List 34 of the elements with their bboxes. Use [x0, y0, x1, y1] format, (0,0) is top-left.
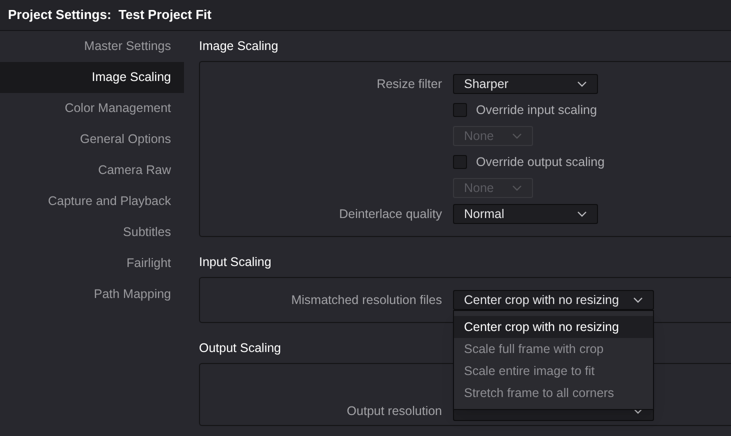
sidebar-item[interactable]: Color Management: [0, 93, 184, 124]
sidebar-item[interactable]: Subtitles: [0, 217, 184, 248]
section-title: Image Scaling: [199, 38, 278, 55]
sidebar-item[interactable]: Image Scaling: [0, 62, 184, 93]
chevron-icon: [633, 297, 643, 303]
checkbox[interactable]: [453, 155, 467, 169]
sidebar-item[interactable]: Path Mapping: [0, 279, 184, 310]
field-label: Deinterlace quality: [339, 206, 442, 221]
checkbox[interactable]: [453, 103, 467, 117]
dropdown[interactable]: Sharper: [453, 74, 598, 94]
chevron-icon: [633, 408, 643, 414]
sidebar-item[interactable]: General Options: [0, 124, 184, 155]
section-title: Input Scaling: [199, 254, 272, 271]
menu-option[interactable]: Scale full frame with crop: [454, 338, 653, 360]
sidebar-item[interactable]: Master Settings: [0, 31, 184, 62]
sidebar-item[interactable]: Capture and Playback: [0, 186, 184, 217]
sidebar-item[interactable]: Camera Raw: [0, 155, 184, 186]
dropdown[interactable]: Center crop with no resizing: [453, 290, 654, 310]
dropdown[interactable]: Normal: [453, 204, 598, 224]
chevron-icon: [512, 133, 522, 139]
menu-option[interactable]: Scale entire image to fit: [454, 360, 653, 382]
sidebar-item[interactable]: Fairlight: [0, 248, 184, 279]
checkbox-label: Override output scaling: [476, 154, 605, 171]
field-label: Output resolution: [346, 404, 442, 418]
chevron-icon: [512, 185, 522, 191]
window-title: Project Settings: Test Project Fit: [8, 6, 212, 24]
checkbox-label: Override input scaling: [476, 102, 597, 119]
menu-option[interactable]: Stretch frame to all corners: [454, 382, 653, 404]
chevron-icon: [577, 81, 587, 87]
menu-option[interactable]: Center crop with no resizing: [454, 316, 653, 338]
chevron-icon: [577, 211, 587, 217]
section-title: Output Scaling: [199, 340, 281, 357]
field-label: Resize filter: [376, 76, 442, 91]
field-label: Mismatched resolution files: [291, 292, 442, 307]
